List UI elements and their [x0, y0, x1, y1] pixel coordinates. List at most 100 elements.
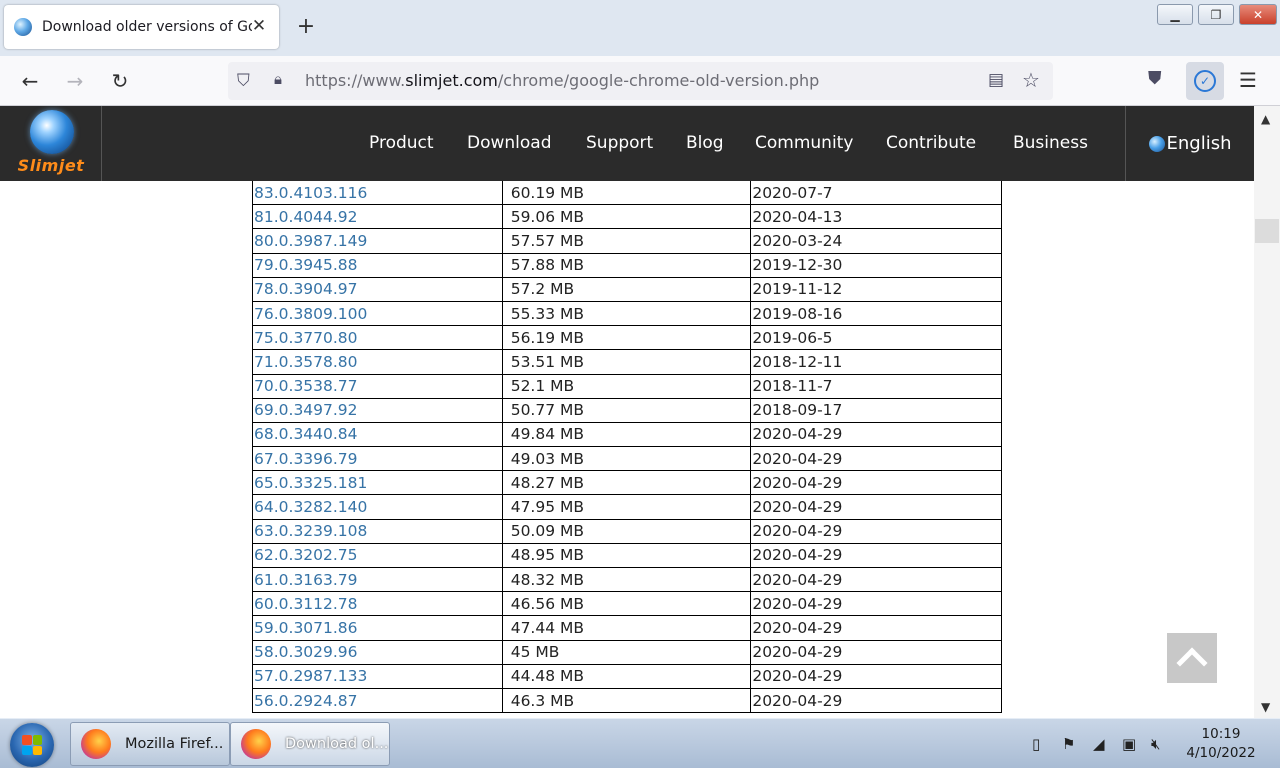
- taskbar-item-firefox[interactable]: Mozilla Firef...: [70, 722, 230, 766]
- version-link[interactable]: 62.0.3202.75: [252, 542, 503, 569]
- address-bar[interactable]: ⛉ 🔒︎ https://www.slimjet.com/chrome/goog…: [228, 62, 1053, 100]
- version-link[interactable]: 57.0.2987.133: [252, 663, 503, 689]
- back-arrow-icon[interactable]: ←: [17, 68, 43, 94]
- firefox-icon: [241, 729, 271, 759]
- version-link[interactable]: 79.0.3945.88: [252, 252, 503, 278]
- release-date: 2020-07-7: [750, 181, 1002, 206]
- network-tray-icon[interactable]: ◢: [1093, 735, 1105, 753]
- url-text[interactable]: https://www.slimjet.com/chrome/google-ch…: [305, 71, 819, 90]
- hamburger-menu-icon[interactable]: ☰: [1239, 68, 1257, 92]
- nav-product[interactable]: Product: [369, 133, 434, 153]
- language-selector[interactable]: English: [1125, 106, 1254, 181]
- extension-button[interactable]: ✓: [1186, 62, 1224, 100]
- version-link[interactable]: 56.0.2924.87: [252, 687, 503, 714]
- version-link[interactable]: 70.0.3538.77: [252, 373, 503, 399]
- maximize-button[interactable]: ❐: [1198, 4, 1234, 25]
- file-size: 47.95 MB: [501, 494, 752, 520]
- page-scrollbar[interactable]: ▲ ▼: [1254, 106, 1280, 718]
- file-size: 55.33 MB: [501, 300, 752, 327]
- file-size: 50.77 MB: [501, 397, 752, 423]
- scroll-up-arrow-icon[interactable]: ▲: [1261, 112, 1270, 126]
- release-date: 2020-04-29: [750, 542, 1002, 569]
- bookmark-star-icon[interactable]: ☆: [1022, 68, 1040, 92]
- action-center-flag-icon[interactable]: ⚑: [1062, 735, 1075, 753]
- minimize-button[interactable]: ▁: [1157, 4, 1193, 25]
- release-date: 2020-04-29: [750, 591, 1002, 617]
- nav-support[interactable]: Support: [586, 133, 653, 153]
- version-link[interactable]: 58.0.3029.96: [252, 639, 503, 665]
- version-link[interactable]: 80.0.3987.149: [252, 228, 503, 254]
- release-date: 2020-04-29: [750, 421, 1002, 448]
- release-date: 2019-06-5: [750, 325, 1002, 351]
- version-link[interactable]: 68.0.3440.84: [252, 421, 503, 448]
- checkmark-icon: ✓: [1194, 70, 1216, 92]
- table-row: 79.0.3945.88 57.88 MB 2019-12-30: [252, 252, 1002, 278]
- notes-tray-icon[interactable]: ▯: [1032, 735, 1040, 753]
- file-size: 46.56 MB: [501, 591, 752, 617]
- file-size: 48.27 MB: [501, 470, 752, 496]
- logo-globe-icon: [30, 110, 74, 154]
- release-date: 2018-09-17: [750, 397, 1002, 423]
- language-label: English: [1166, 133, 1232, 154]
- release-date: 2019-08-16: [750, 300, 1002, 327]
- version-link[interactable]: 63.0.3239.108: [252, 518, 503, 544]
- start-button[interactable]: [10, 723, 54, 767]
- version-link[interactable]: 71.0.3578.80: [252, 349, 503, 375]
- tab-close-icon[interactable]: ✕: [249, 16, 269, 36]
- nav-business[interactable]: Business: [1013, 133, 1088, 153]
- version-link[interactable]: 75.0.3770.80: [252, 325, 503, 351]
- version-link[interactable]: 64.0.3282.140: [252, 494, 503, 520]
- scrollbar-thumb[interactable]: [1255, 219, 1279, 243]
- taskbar-item-download[interactable]: Download ol...: [230, 722, 390, 766]
- table-row: 62.0.3202.75 48.95 MB 2020-04-29: [252, 542, 1002, 569]
- back-to-top-button[interactable]: [1167, 633, 1217, 683]
- version-link[interactable]: 67.0.3396.79: [252, 446, 503, 472]
- slimjet-logo[interactable]: Slimjet: [0, 106, 102, 181]
- volume-muted-icon[interactable]: 🔇︎: [1151, 735, 1160, 753]
- forward-arrow-icon[interactable]: →: [62, 68, 88, 94]
- release-date: 2020-04-29: [750, 663, 1002, 689]
- file-size: 47.44 MB: [501, 615, 752, 641]
- tab-bar: Download older versions of Google Chrome…: [0, 0, 1280, 56]
- version-link[interactable]: 65.0.3325.181: [252, 470, 503, 496]
- close-window-button[interactable]: ✕: [1239, 4, 1277, 25]
- versions-table: 83.0.4103.116 60.19 MB 2020-07-7 81.0.4044.…: [252, 181, 1002, 714]
- browser-tab[interactable]: Download older versions of Google Chrome…: [4, 5, 279, 49]
- nav-blog[interactable]: Blog: [686, 133, 724, 153]
- nav-download[interactable]: Download: [467, 133, 552, 153]
- version-link[interactable]: 61.0.3163.79: [252, 566, 503, 593]
- version-link[interactable]: 59.0.3071.86: [252, 615, 503, 641]
- reload-icon[interactable]: ↻: [107, 68, 133, 94]
- table-row: 59.0.3071.86 47.44 MB 2020-04-29: [252, 615, 1002, 641]
- release-date: 2018-11-7: [750, 373, 1002, 399]
- file-size: 50.09 MB: [501, 518, 752, 544]
- version-link[interactable]: 78.0.3904.97: [252, 276, 503, 302]
- globe-favicon-icon: [14, 18, 32, 36]
- pocket-icon[interactable]: ⛊: [1148, 68, 1162, 89]
- version-link[interactable]: 69.0.3497.92: [252, 397, 503, 423]
- version-link[interactable]: 60.0.3112.78: [252, 591, 503, 617]
- release-date: 2018-12-11: [750, 349, 1002, 375]
- new-tab-button[interactable]: +: [294, 14, 318, 40]
- url-prefix: https://www.: [305, 71, 406, 90]
- file-size: 49.84 MB: [501, 421, 752, 448]
- tracking-shield-icon[interactable]: ⛉: [237, 71, 250, 91]
- table-row: 67.0.3396.79 49.03 MB 2020-04-29: [252, 446, 1002, 472]
- file-size: 57.2 MB: [501, 276, 752, 302]
- scroll-down-arrow-icon[interactable]: ▼: [1261, 700, 1270, 714]
- release-date: 2019-11-12: [750, 276, 1002, 302]
- version-link[interactable]: 83.0.4103.116: [252, 181, 503, 206]
- reader-view-icon[interactable]: ▤: [988, 70, 1004, 90]
- nav-contribute[interactable]: Contribute: [886, 133, 976, 153]
- lock-icon[interactable]: 🔒︎: [274, 70, 282, 88]
- version-link[interactable]: 81.0.4044.92: [252, 204, 503, 230]
- file-size: 46.3 MB: [501, 687, 752, 714]
- file-size: 48.95 MB: [501, 542, 752, 569]
- release-date: 2020-04-13: [750, 204, 1002, 230]
- table-row: 78.0.3904.97 57.2 MB 2019-11-12: [252, 276, 1002, 302]
- system-clock[interactable]: 10:19 4/10/2022: [1186, 725, 1256, 763]
- display-tray-icon[interactable]: ▣: [1122, 735, 1136, 753]
- firefox-icon: [81, 729, 111, 759]
- nav-community[interactable]: Community: [755, 133, 853, 153]
- version-link[interactable]: 76.0.3809.100: [252, 300, 503, 327]
